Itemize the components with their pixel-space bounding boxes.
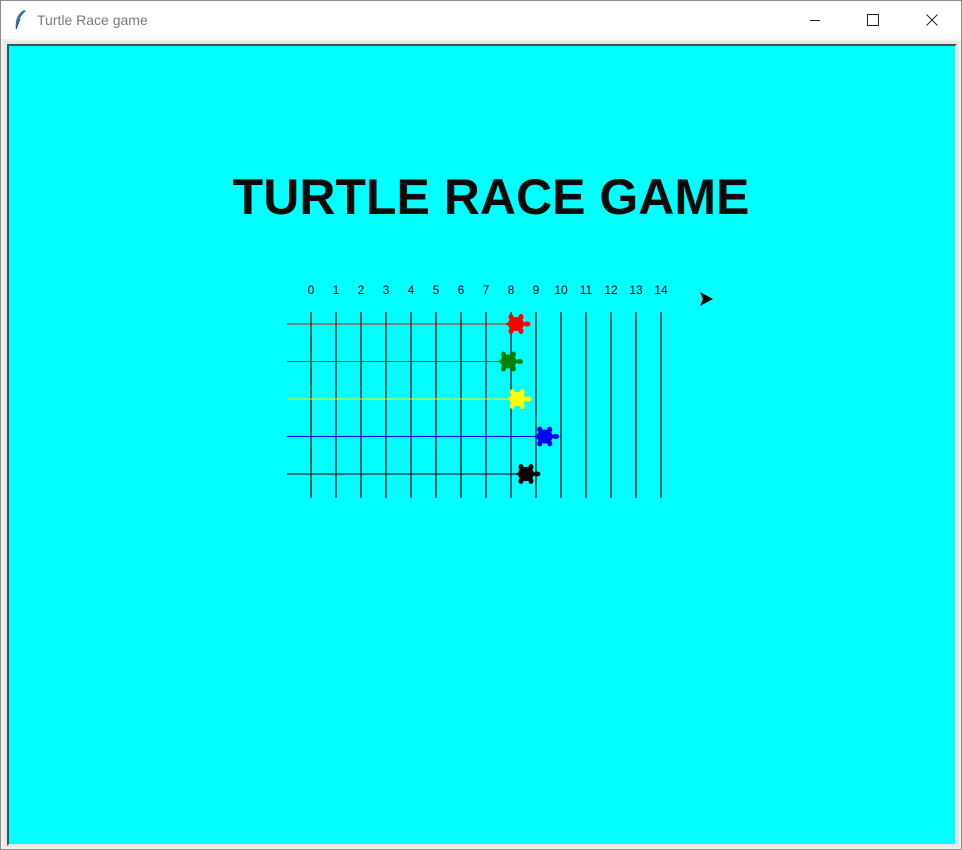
turtle-blue-icon bbox=[532, 426, 560, 447]
column-label-7: 7 bbox=[482, 283, 490, 297]
minimize-icon bbox=[810, 20, 820, 21]
window-title: Turtle Race game bbox=[37, 12, 148, 28]
maximize-icon bbox=[867, 14, 879, 26]
column-label-4: 4 bbox=[407, 283, 415, 297]
maximize-button[interactable] bbox=[844, 1, 902, 39]
turtle-green-icon bbox=[496, 351, 523, 372]
minimize-button[interactable] bbox=[786, 1, 844, 39]
race-track bbox=[287, 292, 713, 498]
arrow-cursor-icon bbox=[700, 292, 713, 306]
column-label-11: 11 bbox=[579, 283, 593, 297]
column-label-13: 13 bbox=[629, 283, 643, 297]
column-label-8: 8 bbox=[507, 283, 515, 297]
column-label-6: 6 bbox=[457, 283, 465, 297]
column-label-1: 1 bbox=[332, 283, 340, 297]
turtle-red-icon bbox=[504, 314, 531, 334]
column-label-14: 14 bbox=[654, 283, 668, 297]
column-label-12: 12 bbox=[604, 283, 618, 297]
game-canvas[interactable]: TURTLE RACE GAME 0 1 2 3 4 5 6 7 8 9 10 11 12 13 14 bbox=[7, 44, 957, 846]
column-label-9: 9 bbox=[532, 283, 540, 297]
turtle-yellow-icon bbox=[505, 389, 532, 409]
client-area: TURTLE RACE GAME 0 1 2 3 4 5 6 7 8 9 10 11 12 13 14 bbox=[4, 41, 959, 847]
column-label-3: 3 bbox=[382, 283, 390, 297]
column-label-5: 5 bbox=[432, 283, 440, 297]
feather-icon bbox=[15, 10, 26, 30]
close-button[interactable] bbox=[903, 1, 961, 39]
column-label-2: 2 bbox=[357, 283, 365, 297]
column-label-10: 10 bbox=[554, 283, 568, 297]
title-bar[interactable]: Turtle Race game bbox=[1, 1, 961, 39]
app-window: Turtle Race game TURTLE RACE GAME 012345… bbox=[0, 0, 962, 850]
close-icon bbox=[926, 14, 938, 26]
column-label-0: 0 bbox=[307, 283, 315, 297]
